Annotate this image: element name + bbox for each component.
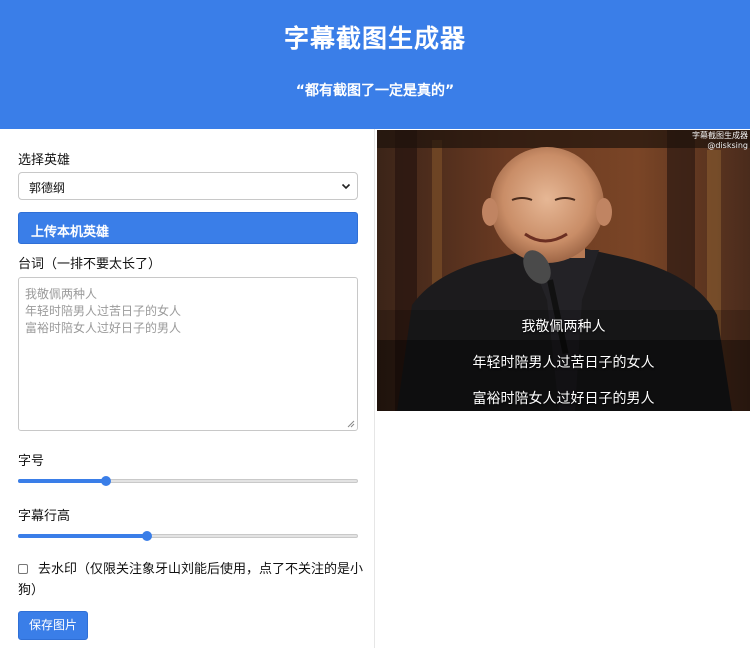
slider-thumb[interactable] xyxy=(142,531,153,541)
slider-thumb[interactable] xyxy=(101,476,112,486)
app-header: 字幕截图生成器 “都有截图了一定是真的” xyxy=(0,0,750,129)
page-title: 字幕截图生成器 xyxy=(283,24,466,53)
save-image-button[interactable]: 保存图片 xyxy=(18,611,88,640)
lines-textarea[interactable]: 我敬佩两种人 年轻时陪男人过苦日子的女人 富裕时陪女人过好日子的男人 xyxy=(18,277,358,431)
preview-watermark: 字幕截图生成器 @disksing xyxy=(692,131,748,151)
font-size-label: 字号 xyxy=(18,454,45,469)
font-size-slider[interactable] xyxy=(18,474,358,488)
hero-select[interactable]: 郭德纲 xyxy=(18,172,358,200)
placeholder-line: 我敬佩两种人 xyxy=(25,287,98,301)
line-height-slider[interactable] xyxy=(18,529,358,543)
lines-label: 台词（一排不要太长了） xyxy=(18,257,162,272)
placeholder-line: 富裕时陪女人过好日子的男人 xyxy=(25,321,182,335)
page-slogan: “都有截图了一定是真的” xyxy=(295,83,455,99)
subtitle-line: 年轻时陪男人过苦日子的女人 xyxy=(472,355,655,371)
placeholder-line: 年轻时陪男人过苦日子的女人 xyxy=(25,304,182,318)
upload-hero-button[interactable]: 上传本机英雄 xyxy=(18,212,358,244)
line-height-label: 字幕行高 xyxy=(18,509,71,524)
remove-watermark-label[interactable]: 去水印（仅限关注象牙山刘能后使用，点了不关注的是小狗） xyxy=(18,562,363,598)
resize-grip-icon[interactable] xyxy=(347,420,355,428)
watermark-line: 字幕截图生成器 xyxy=(692,131,748,140)
chevron-down-icon xyxy=(341,183,351,190)
subtitle-line: 富裕时陪女人过好日子的男人 xyxy=(472,391,655,407)
hero-select-value: 郭德纲 xyxy=(29,181,66,195)
subtitle-line: 我敬佩两种人 xyxy=(521,319,606,335)
subtitle-preview: 字幕截图生成器 @disksing 我敬佩两种人 年轻时陪男人过苦日子的女人 富… xyxy=(377,130,750,411)
remove-watermark-option: 去水印（仅限关注象牙山刘能后使用，点了不关注的是小狗） xyxy=(18,559,363,601)
remove-watermark-checkbox[interactable] xyxy=(18,564,28,574)
hero-select-label: 选择英雄 xyxy=(18,153,71,168)
slider-fill xyxy=(18,534,148,538)
watermark-line: @disksing xyxy=(707,141,748,150)
slider-fill xyxy=(18,479,107,483)
